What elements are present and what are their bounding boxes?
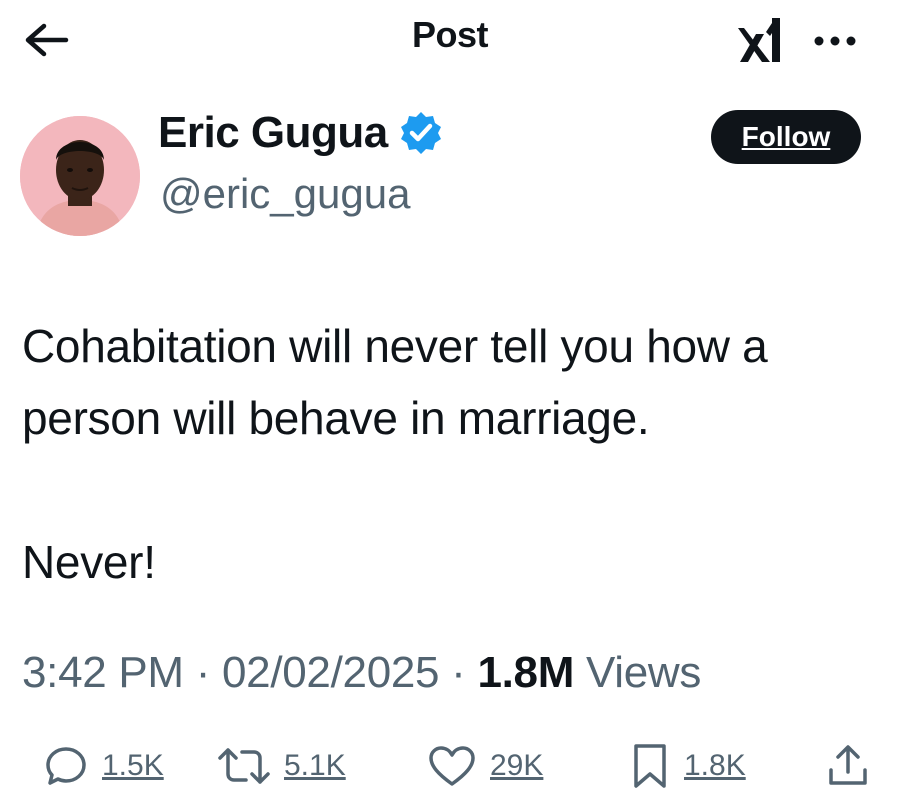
reply-count: 1.5K (102, 749, 164, 782)
follow-button[interactable]: Follow (711, 110, 861, 164)
reply-icon (46, 747, 86, 785)
repost-button[interactable]: 5.1K (218, 738, 346, 794)
post-meta: 3:42 PM · 02/02/2025 · 1.8M Views (22, 648, 701, 698)
heart-icon (429, 746, 475, 786)
views-label: Views (586, 648, 702, 697)
bookmark-icon (634, 744, 666, 788)
bookmark-button[interactable]: 1.8K (630, 738, 746, 794)
repost-count: 5.1K (284, 749, 346, 782)
post-date[interactable]: 02/02/2025 (222, 648, 440, 697)
bookmark-count: 1.8K (684, 749, 746, 782)
verified-badge-icon (398, 110, 444, 156)
repost-icon (218, 748, 270, 784)
like-button[interactable]: 29K (428, 738, 543, 794)
more-options-icon[interactable] (812, 34, 858, 48)
meta-separator: · (195, 648, 211, 697)
reply-button[interactable]: 1.5K (44, 738, 164, 794)
meta-separator: · (451, 648, 466, 697)
like-count: 29K (490, 749, 544, 782)
author-name[interactable]: Eric Gugua (158, 108, 444, 158)
xai-logo-icon[interactable] (736, 10, 790, 66)
post-text: Cohabitation will never tell you how a p… (22, 320, 768, 588)
views-count: 1.8M (477, 648, 575, 697)
share-button[interactable] (826, 738, 870, 794)
avatar[interactable] (20, 116, 140, 236)
author-name-text: Eric Gugua (158, 108, 388, 157)
author-handle[interactable]: @eric_gugua (160, 170, 410, 218)
post-time[interactable]: 3:42 PM (22, 648, 184, 697)
share-icon (829, 745, 867, 785)
